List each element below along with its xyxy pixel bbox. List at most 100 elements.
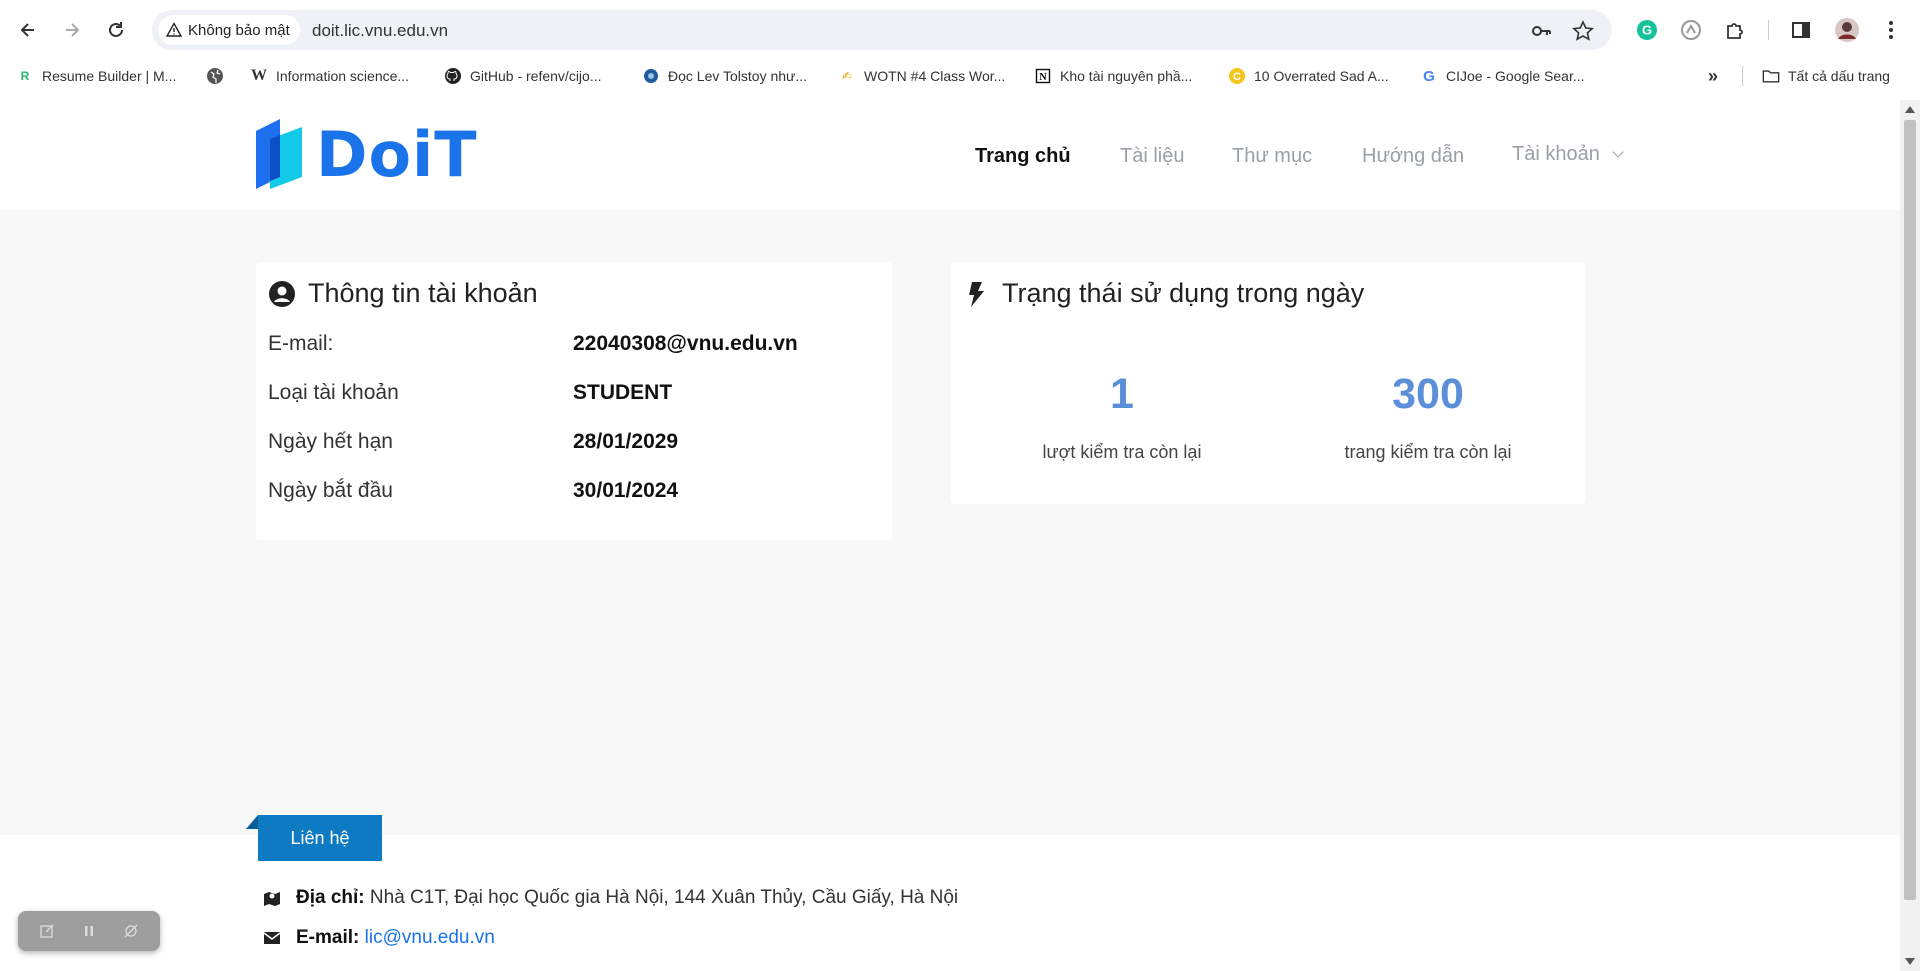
double-chevron-right-icon: » bbox=[1707, 65, 1718, 86]
bookmark-item[interactable]: Đọc Lev Tolstoy như... bbox=[642, 65, 807, 87]
bookmark-label: GitHub - refenv/cijo... bbox=[470, 68, 602, 84]
nav-folders[interactable]: Thư mục bbox=[1232, 145, 1312, 168]
svg-text:C: C bbox=[1233, 71, 1241, 83]
scroll-thumb[interactable] bbox=[1904, 120, 1916, 900]
google-icon: G bbox=[1423, 67, 1435, 85]
site-favicon bbox=[642, 67, 660, 85]
wikipedia-icon: W bbox=[251, 67, 267, 84]
nav-guide[interactable]: Hướng dẫn bbox=[1362, 145, 1464, 168]
bookmark-item[interactable]: W Information science... bbox=[250, 65, 409, 87]
bookmark-label: Resume Builder | M... bbox=[42, 68, 177, 84]
resume-builder-icon: R bbox=[20, 69, 30, 83]
email-label: E-mail: bbox=[268, 332, 334, 355]
arrow-left-icon bbox=[20, 23, 34, 37]
envelope-icon bbox=[263, 932, 281, 944]
account-type-label: Loại tài khoản bbox=[268, 381, 399, 404]
remaining-checks-value: 1 bbox=[1110, 370, 1134, 418]
pause-icon[interactable] bbox=[76, 918, 102, 944]
bookmark-item[interactable]: C 10 Overrated Sad A... bbox=[1228, 65, 1389, 87]
email-value: 22040308@vnu.edu.vn bbox=[573, 332, 798, 355]
nav-account[interactable]: Tài khoản bbox=[1512, 143, 1624, 166]
expiry-date-label: Ngày hết hạn bbox=[268, 430, 393, 453]
side-panel-icon[interactable] bbox=[1786, 15, 1816, 45]
puzzle-icon[interactable] bbox=[1720, 15, 1750, 45]
footer-email-label: E-mail: bbox=[296, 927, 360, 948]
doit-logo-icon bbox=[256, 118, 302, 189]
folder-icon bbox=[1762, 67, 1780, 85]
bookmark-label: Information science... bbox=[276, 68, 410, 84]
bookmark-item[interactable] bbox=[206, 65, 224, 87]
nav-documents[interactable]: Tài liệu bbox=[1120, 145, 1184, 168]
address-text: Nhà C1T, Đại học Quốc gia Hà Nội, 144 Xu… bbox=[369, 887, 959, 908]
nav-home[interactable]: Trang chủ bbox=[975, 145, 1071, 168]
address-row: Địa chỉ: Nhà C1T, Đại học Quốc gia Hà Nộ… bbox=[262, 887, 958, 909]
key-icon[interactable] bbox=[1530, 20, 1552, 42]
bookmark-label: 10 Overrated Sad A... bbox=[1254, 68, 1389, 84]
github-icon bbox=[444, 67, 462, 85]
daily-usage-card: Trạng thái sử dụng trong ngày 1 lượt kiể… bbox=[950, 262, 1586, 504]
bookmark-item[interactable]: G CIJoe - Google Sear... bbox=[1420, 65, 1584, 87]
star-icon[interactable] bbox=[1572, 20, 1594, 42]
remaining-checks-label: lượt kiểm tra còn lại bbox=[1042, 442, 1202, 462]
edit-icon[interactable] bbox=[34, 918, 60, 944]
daily-usage-title: Trạng thái sử dụng trong ngày bbox=[962, 278, 1364, 309]
bookmark-item[interactable]: R Resume Builder | M... bbox=[16, 65, 177, 87]
bookmark-item[interactable]: GitHub - refenv/cijo... bbox=[444, 65, 602, 87]
bookmark-label: Đọc Lev Tolstoy như... bbox=[668, 68, 808, 84]
all-bookmarks-label: Tất cả dấu trang bbox=[1788, 68, 1890, 84]
remaining-pages-value: 300 bbox=[1392, 370, 1464, 418]
map-marker-icon bbox=[264, 892, 280, 906]
scroll-up-arrow-icon[interactable] bbox=[1905, 106, 1915, 113]
bookmarks-bar: R Resume Builder | M... W Information sc… bbox=[0, 60, 1920, 92]
page-viewport: DoiT Trang chủ Tài liệu Thư mục Hướng dẫ… bbox=[0, 100, 1900, 971]
bookmark-label: Kho tài nguyên phầ... bbox=[1060, 68, 1193, 84]
globe-icon bbox=[206, 67, 224, 85]
notion-icon: N bbox=[1034, 67, 1052, 85]
browser-toolbar: Không bảo mật doit.lic.vnu.edu.vn G bbox=[0, 0, 1920, 60]
all-bookmarks-button[interactable]: Tất cả dấu trang bbox=[1762, 65, 1890, 87]
email-row: E-mail: lic@vnu.edu.vn bbox=[262, 927, 495, 949]
expiry-date-value: 28/01/2029 bbox=[573, 430, 679, 453]
site-logo[interactable]: DoiT bbox=[256, 118, 478, 191]
back-button[interactable] bbox=[12, 14, 44, 46]
address-bar[interactable]: Không bảo mật doit.lic.vnu.edu.vn bbox=[152, 10, 1612, 50]
c-favicon: C bbox=[1228, 67, 1246, 85]
account-info-title: Thông tin tài khoản bbox=[268, 278, 538, 309]
arrow-right-icon bbox=[66, 23, 80, 37]
security-chip[interactable]: Không bảo mật bbox=[158, 15, 300, 45]
url-text[interactable]: doit.lic.vnu.edu.vn bbox=[312, 21, 448, 41]
nav-account-label: Tài khoản bbox=[1512, 143, 1600, 165]
footer-email-link[interactable]: lic@vnu.edu.vn bbox=[365, 927, 495, 948]
more-bookmarks-button[interactable]: » bbox=[1704, 65, 1722, 87]
svg-text:G: G bbox=[1642, 23, 1652, 38]
security-label: Không bảo mật bbox=[188, 21, 290, 39]
address-label: Địa chỉ: bbox=[296, 887, 365, 908]
start-date-label: Ngày bắt đầu bbox=[268, 479, 393, 502]
hide-icon[interactable] bbox=[118, 918, 144, 944]
bookmark-item[interactable]: N Kho tài nguyên phầ... bbox=[1034, 65, 1192, 87]
grammarly-icon[interactable]: G bbox=[1632, 15, 1662, 45]
start-date-value: 30/01/2024 bbox=[573, 479, 679, 502]
site-footer: Liên hệ Địa chỉ: Nhà C1T, Đại học Quốc g… bbox=[0, 815, 1900, 971]
scroll-down-arrow-icon[interactable] bbox=[1905, 958, 1915, 965]
account-info-card: Thông tin tài khoản E-mail: 22040308@vnu… bbox=[256, 262, 892, 540]
remaining-pages-label: trang kiểm tra còn lại bbox=[1344, 442, 1512, 462]
account-info-title-text: Thông tin tài khoản bbox=[308, 278, 538, 308]
pen-icon: ✍ bbox=[841, 69, 853, 83]
account-type-value: STUDENT bbox=[573, 381, 673, 404]
page-scrollbar[interactable] bbox=[1900, 100, 1920, 971]
bolt-icon bbox=[969, 281, 984, 307]
logo-text: DoiT bbox=[316, 118, 478, 191]
reload-button[interactable] bbox=[100, 14, 132, 46]
extension-a-icon[interactable] bbox=[1676, 15, 1706, 45]
contact-tab[interactable]: Liên hệ bbox=[246, 815, 382, 861]
floating-toolbar bbox=[18, 911, 160, 951]
avatar[interactable] bbox=[1832, 15, 1862, 45]
daily-usage-title-text: Trạng thái sử dụng trong ngày bbox=[1002, 278, 1365, 308]
svg-text:N: N bbox=[1039, 72, 1047, 83]
menu-dots-icon[interactable] bbox=[1876, 15, 1906, 45]
warning-icon bbox=[166, 22, 182, 37]
forward-button[interactable] bbox=[56, 14, 88, 46]
bookmark-item[interactable]: ✍ WOTN #4 Class Wor... bbox=[838, 65, 1005, 87]
chevron-down-icon bbox=[1612, 146, 1624, 158]
